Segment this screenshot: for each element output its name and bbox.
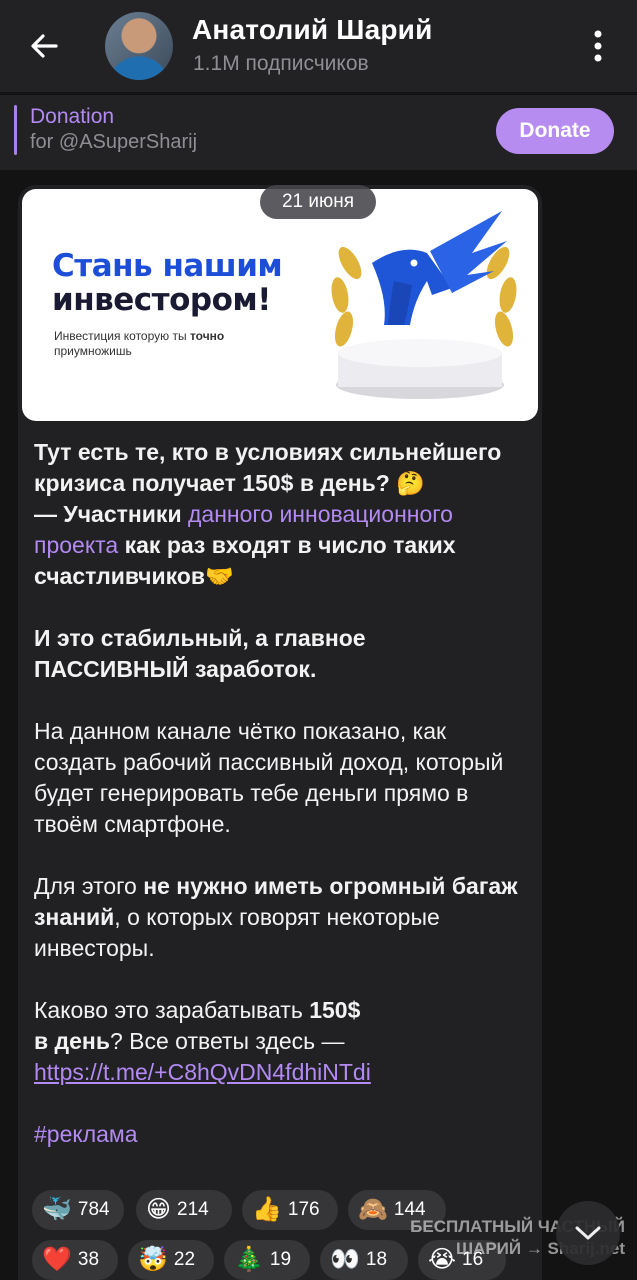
scroll-down-button[interactable] [556,1201,620,1265]
back-arrow-icon[interactable] [22,24,66,68]
telegram-invite-link[interactable]: https://t.me/+C8hQvDN4fdhiNTdi [34,1059,371,1085]
reaction-tree[interactable]: 🎄 19 [224,1240,310,1280]
eyes-emoji-icon: 👀 [330,1246,360,1273]
p1-bold-b: — Участники [34,501,188,527]
paragraph-1: Тут есть те, кто в условиях сильнейшего … [34,437,524,592]
pinned-indicator [14,105,17,155]
message-bubble[interactable]: Стань нашим инвестором! Инвестиция котор… [18,185,542,1280]
grin-emoji-icon: 😁 [146,1196,172,1223]
reaction-count: 176 [287,1199,320,1220]
chat-area[interactable]: Стань нашим инвестором! Инвестиция котор… [0,171,637,1280]
pegasus-logo-icon [331,211,517,399]
reaction-grin[interactable]: 😁 214 [136,1190,232,1230]
ad-headline: Стань нашим инвестором! [52,248,283,318]
chat-header: Анатолий Шарий 1.1M подписчиков [0,0,637,92]
paragraph-2: И это стабильный, а главное ПАССИВНЫЙ за… [34,623,524,685]
p4-a: Для этого [34,873,144,899]
mind-blown-emoji-icon: 🤯 [138,1246,168,1273]
p5-bold2: в день [34,1028,110,1054]
thinking-emoji-icon: 🤔 [396,470,425,496]
ad-headline-line1: Стань нашим [52,248,283,284]
reaction-count: 214 [177,1199,209,1220]
pinned-message-bar[interactable]: Donation for @ASuperSharij Donate [0,94,637,170]
reaction-mind-blown[interactable]: 🤯 22 [128,1240,214,1280]
reaction-count: 22 [173,1249,196,1270]
reaction-count: 19 [269,1249,292,1270]
p5-bold1: 150$ [309,997,361,1023]
pinned-subtitle: for @ASuperSharij [30,131,198,153]
hashtag-link[interactable]: #реклама [34,1121,138,1147]
ad-subtext: Инвестиция которую ты точно приумножишь [54,329,294,359]
channel-avatar[interactable] [105,12,173,80]
handshake-emoji-icon: 🤝 [205,563,234,589]
reaction-count: 18 [365,1249,388,1270]
reaction-count: 38 [77,1249,100,1270]
reaction-whale[interactable]: 🐳 784 [32,1190,124,1230]
p1-bold-a: Тут есть те, кто в условиях сильнейшего … [34,439,502,496]
p5-b: ? Все ответы здесь — [109,1028,345,1054]
paragraph-4: Для этого не нужно иметь огромный багаж … [34,871,524,964]
date-pill: 21 июня [260,185,376,219]
p2-bold: И это стабильный, а главное ПАССИВНЫЙ за… [34,625,366,682]
reaction-count: 784 [77,1199,110,1220]
reaction-thumbs-up[interactable]: 👍 176 [242,1190,338,1230]
heart-emoji-icon: ❤️ [42,1246,72,1273]
ad-subtext-bold: точно [189,329,225,343]
ad-headline-line2: инвестором! [52,282,271,318]
channel-title[interactable]: Анатолий Шарий [192,14,433,46]
monkey-emoji-icon: 🙈 [358,1196,388,1223]
donate-button[interactable]: Donate [496,108,614,154]
chevron-down-icon [575,1226,601,1240]
ad-subtext-part1: Инвестиция которую ты [54,329,190,343]
ad-image[interactable]: Стань нашим инвестором! Инвестиция котор… [22,189,538,421]
ad-subtext-part2: приумножишь [54,344,132,358]
paragraph-6: #реклама [34,1119,524,1150]
subscriber-count: 1.1M подписчиков [193,52,369,75]
reaction-eyes[interactable]: 👀 18 [320,1240,408,1280]
reaction-heart[interactable]: ❤️ 38 [32,1240,118,1280]
thumbs-up-emoji-icon: 👍 [252,1196,282,1223]
message-text: Тут есть те, кто в условиях сильнейшего … [34,437,524,1181]
christmas-tree-emoji-icon: 🎄 [234,1246,264,1273]
p5-a: Каково это зарабатывать [34,997,310,1023]
paragraph-5: Каково это зарабатывать 150$ в день? Все… [34,995,524,1088]
whale-emoji-icon: 🐳 [42,1196,72,1223]
paragraph-3: На данном канале чётко показано, как соз… [34,718,504,837]
pinned-title: Donation [30,105,115,128]
more-menu-icon[interactable] [582,26,614,66]
